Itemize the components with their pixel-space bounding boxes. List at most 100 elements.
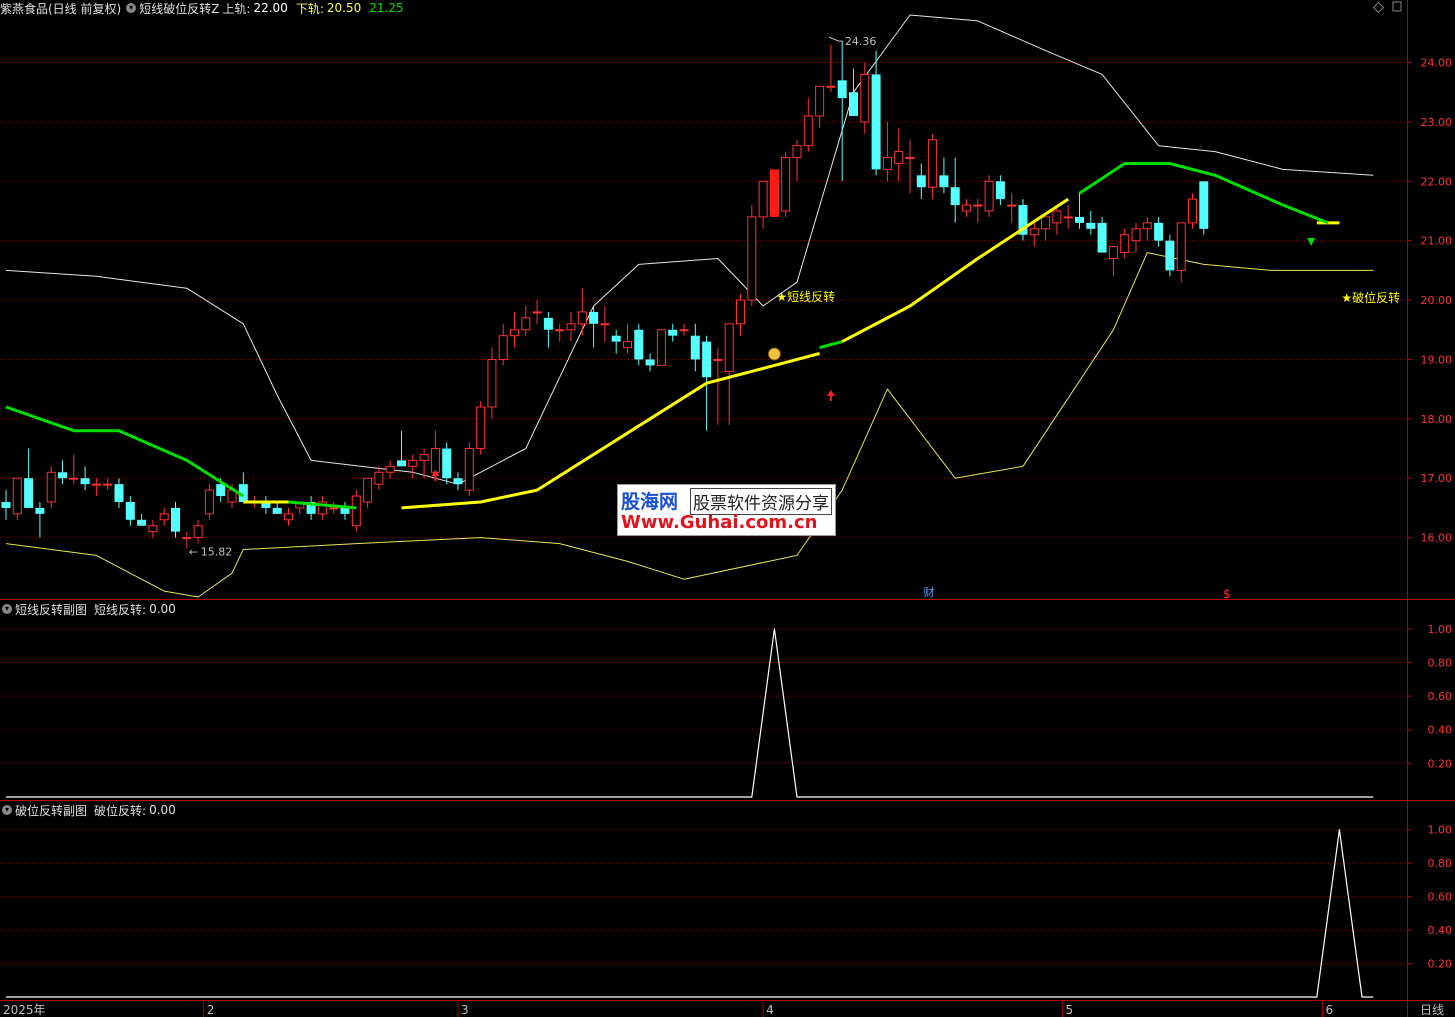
candle-body xyxy=(882,157,892,170)
candle-body xyxy=(351,495,361,527)
candle-body xyxy=(939,175,949,188)
y-tick-label: 1.00 xyxy=(1428,824,1453,837)
candle-body xyxy=(1063,216,1073,219)
candle-body xyxy=(1086,222,1096,229)
y-tick-label: 0.60 xyxy=(1428,690,1453,703)
watermark-logo: 股海网 股票软件资源分享 Www.Guhai.com.cn xyxy=(617,484,836,536)
candle-body xyxy=(837,80,847,99)
candle-body xyxy=(758,180,768,218)
candle-body xyxy=(216,484,226,497)
signal-candle xyxy=(769,169,779,217)
candle-body xyxy=(645,359,655,366)
candle-body xyxy=(736,299,745,325)
y-tick-label: 16.00 xyxy=(1421,532,1453,545)
y-tick-label: 18.00 xyxy=(1421,413,1453,426)
green-mid-line xyxy=(5,405,245,498)
candle-body xyxy=(442,448,452,479)
candle-body xyxy=(1108,246,1118,259)
candle-body xyxy=(1165,240,1175,271)
y-tick-label: 0.20 xyxy=(1428,958,1453,971)
candle-body xyxy=(962,204,971,212)
dropdown-icon[interactable]: ▾ xyxy=(126,3,137,13)
candle-body xyxy=(24,478,34,508)
stock-name: 紫燕食品(日线 前复权) xyxy=(0,1,122,16)
dropdown-icon[interactable]: ▾ xyxy=(2,805,12,815)
candle-body xyxy=(984,180,994,212)
candle-body xyxy=(35,507,45,514)
candle-body xyxy=(363,477,373,503)
candle-body xyxy=(532,311,542,314)
candle-body xyxy=(1188,198,1197,224)
y-tick-label: 22.00 xyxy=(1421,175,1453,188)
candle-body xyxy=(543,317,553,330)
y-tick-label: 21.00 xyxy=(1421,235,1453,248)
candle-body xyxy=(453,478,463,485)
timeline-month: 5 xyxy=(1066,1003,1074,1017)
window-icon xyxy=(1392,1,1402,12)
y-tick-label: 20.00 xyxy=(1421,294,1453,307)
candle-body xyxy=(849,92,858,116)
period-label: 日线 xyxy=(1420,1003,1444,1017)
sub2-value: 0.00 xyxy=(149,803,176,817)
candle-body xyxy=(871,74,881,170)
indicator-name[interactable]: 短线破位反转Z xyxy=(139,0,219,17)
candle-body xyxy=(679,329,689,332)
candle-body xyxy=(792,145,802,159)
y-tick-label: 19.00 xyxy=(1421,353,1453,366)
candle-body xyxy=(1176,222,1186,271)
y-tick-label: 0.80 xyxy=(1428,857,1453,870)
candle-body xyxy=(91,483,101,486)
candle-body xyxy=(1052,210,1062,224)
upper-label: 上轨: xyxy=(222,1,251,16)
candle-body xyxy=(1,501,11,508)
candle-body xyxy=(566,323,576,331)
candle-body xyxy=(1029,228,1039,236)
candle-body xyxy=(385,465,395,473)
candle-body xyxy=(1142,222,1152,230)
watermark-title: 股海网 xyxy=(621,491,679,513)
candle-body xyxy=(171,507,180,532)
candle-body xyxy=(724,323,734,372)
candle-body xyxy=(80,478,90,485)
candle-body xyxy=(137,519,147,526)
candle-body xyxy=(826,85,836,88)
candle-body xyxy=(487,358,497,408)
candle-body xyxy=(374,471,384,485)
down-arrow-icon xyxy=(1307,238,1316,246)
candle-body xyxy=(114,484,124,502)
candle-body xyxy=(12,477,22,515)
finance-marker: 财 xyxy=(924,585,935,599)
break-reversal-signal-label: ★破位反转 xyxy=(1341,290,1400,305)
sub2-title[interactable]: 破位反转副图 xyxy=(15,802,87,819)
candle-body xyxy=(419,453,429,461)
y-tick-label: 0.40 xyxy=(1428,724,1453,737)
candle-body xyxy=(815,85,825,117)
candle-body xyxy=(272,507,282,514)
candle-body xyxy=(905,157,915,160)
sub1-header: ▾ 短线反转副图 短线反转: 0.00 xyxy=(0,601,179,618)
lower-value: 20.50 xyxy=(326,1,362,15)
candle-body xyxy=(1075,216,1084,223)
break-reversal-line xyxy=(6,829,1374,998)
dropdown-icon[interactable]: ▾ xyxy=(2,604,12,614)
candle-body xyxy=(973,204,983,207)
sub2-header: ▾ 破位反转副图 破位反转: 0.00 xyxy=(0,802,179,819)
sub1-title[interactable]: 短线反转副图 xyxy=(15,601,87,618)
candle-body xyxy=(781,157,791,212)
candle-body xyxy=(430,448,440,473)
candle-body xyxy=(916,175,926,188)
short-reversal-line xyxy=(6,628,1374,798)
dividend-marker: $ xyxy=(1223,587,1231,601)
sub1-label: 短线反转: xyxy=(94,602,147,617)
low-price-label: 15.82 xyxy=(201,545,233,558)
y-tick-label: 23.00 xyxy=(1421,116,1453,129)
candle-body xyxy=(510,329,519,337)
candle-body xyxy=(1131,228,1141,242)
candle-body xyxy=(159,513,169,521)
candle-body xyxy=(611,335,621,342)
candle-body xyxy=(928,139,938,188)
main-header: 紫燕食品(日线 前复权) ▾ 短线破位反转Z 上轨: 22.00 下轨: 20.… xyxy=(0,0,407,17)
candle-body xyxy=(1154,222,1164,241)
sub2-label: 破位反转: xyxy=(94,803,147,818)
candle-body xyxy=(498,335,508,360)
